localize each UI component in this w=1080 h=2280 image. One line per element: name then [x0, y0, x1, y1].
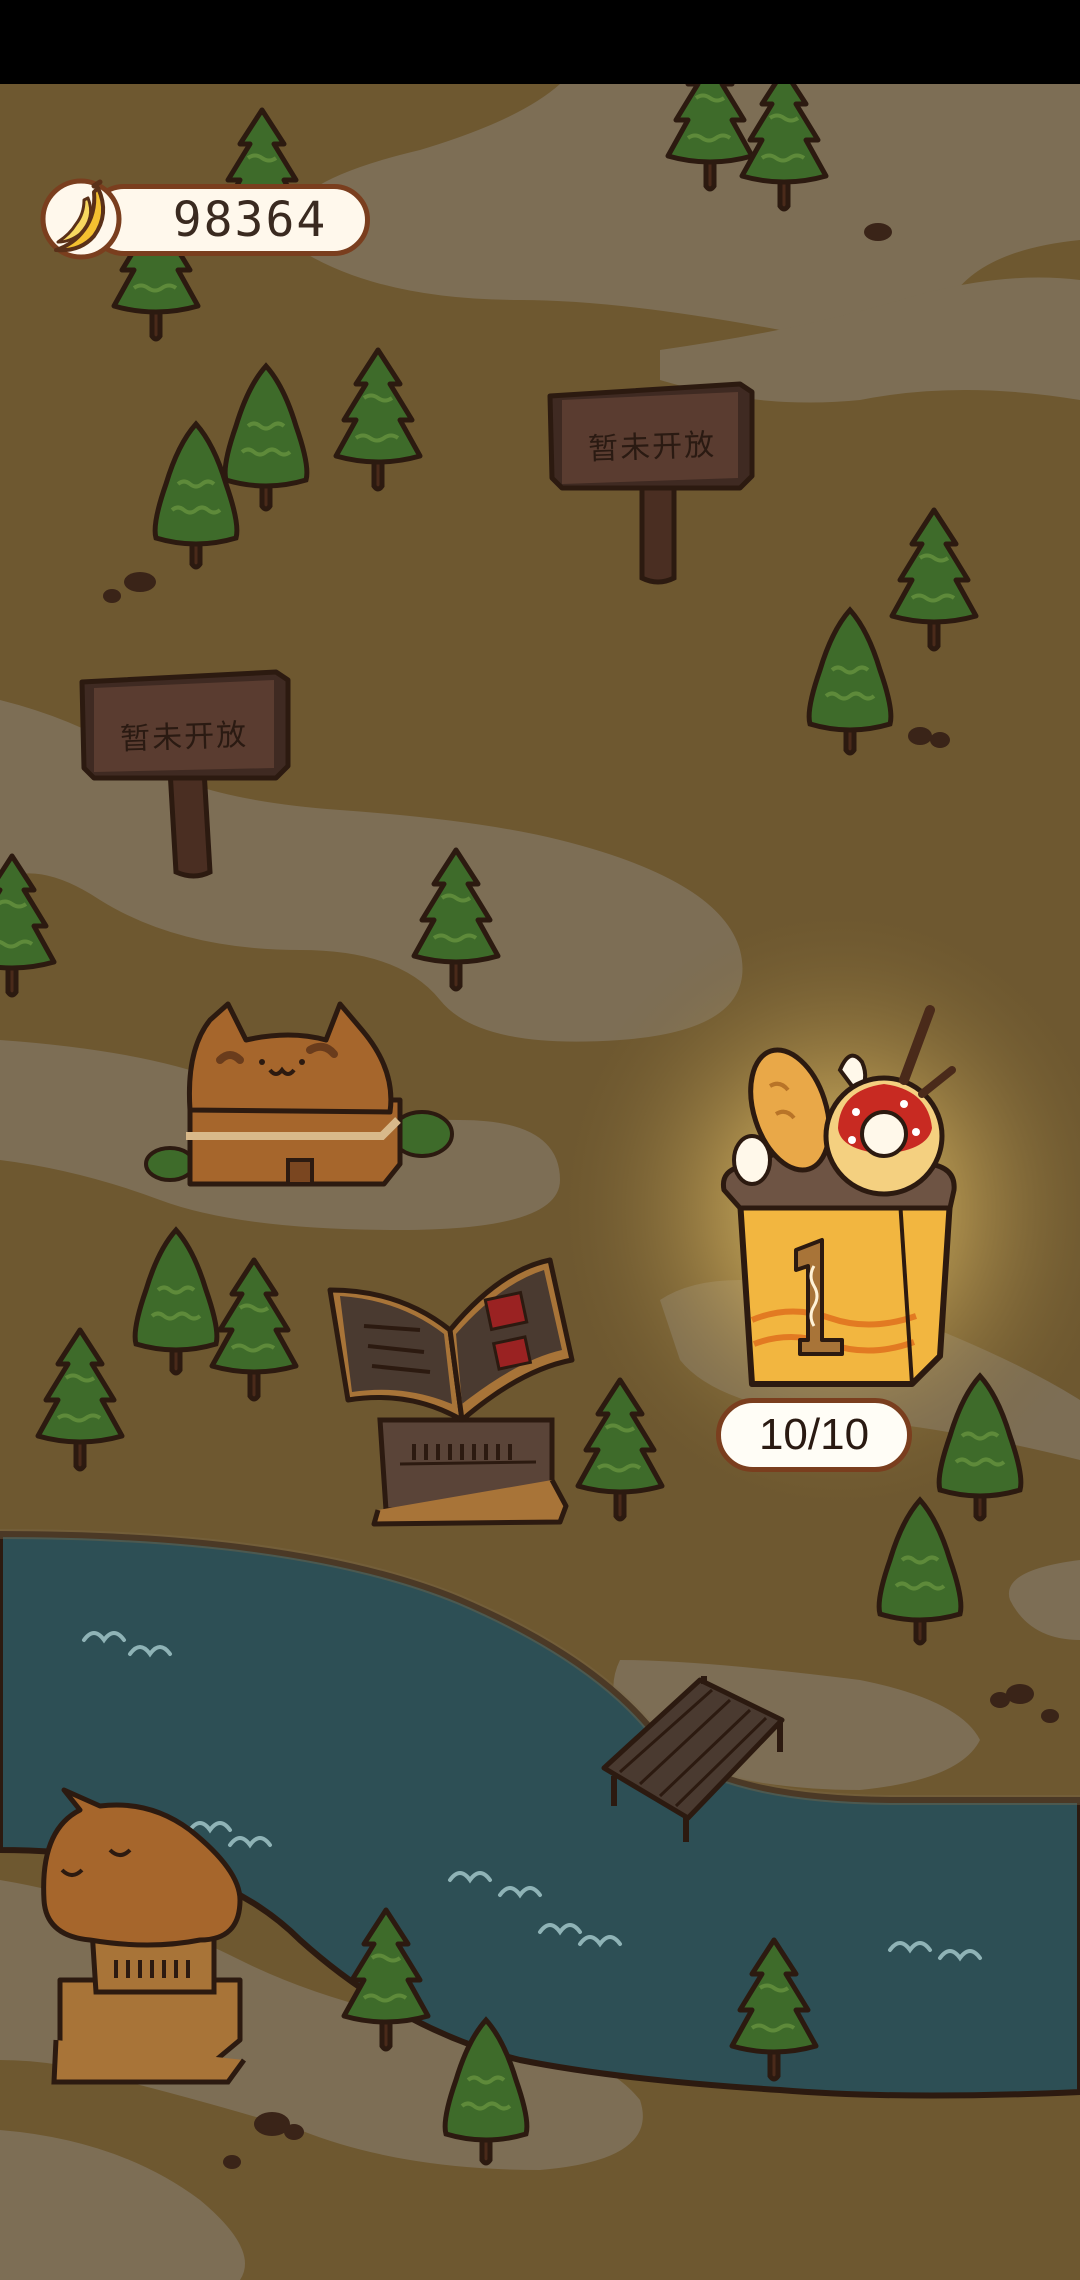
- sign-label: 暂未开放: [119, 717, 249, 758]
- world-map[interactable]: [0, 84, 1080, 2280]
- level-progress-badge: 10/10: [716, 1398, 912, 1472]
- game-screen: 暂未开放 暂未开放 98364 10/10: [0, 0, 1080, 2280]
- sign-label: 暂未开放: [587, 427, 717, 468]
- status-bar: [0, 0, 1080, 84]
- banana-icon: [40, 178, 122, 260]
- banana-counter[interactable]: 98364: [36, 178, 376, 260]
- banana-count: 98364: [172, 192, 328, 248]
